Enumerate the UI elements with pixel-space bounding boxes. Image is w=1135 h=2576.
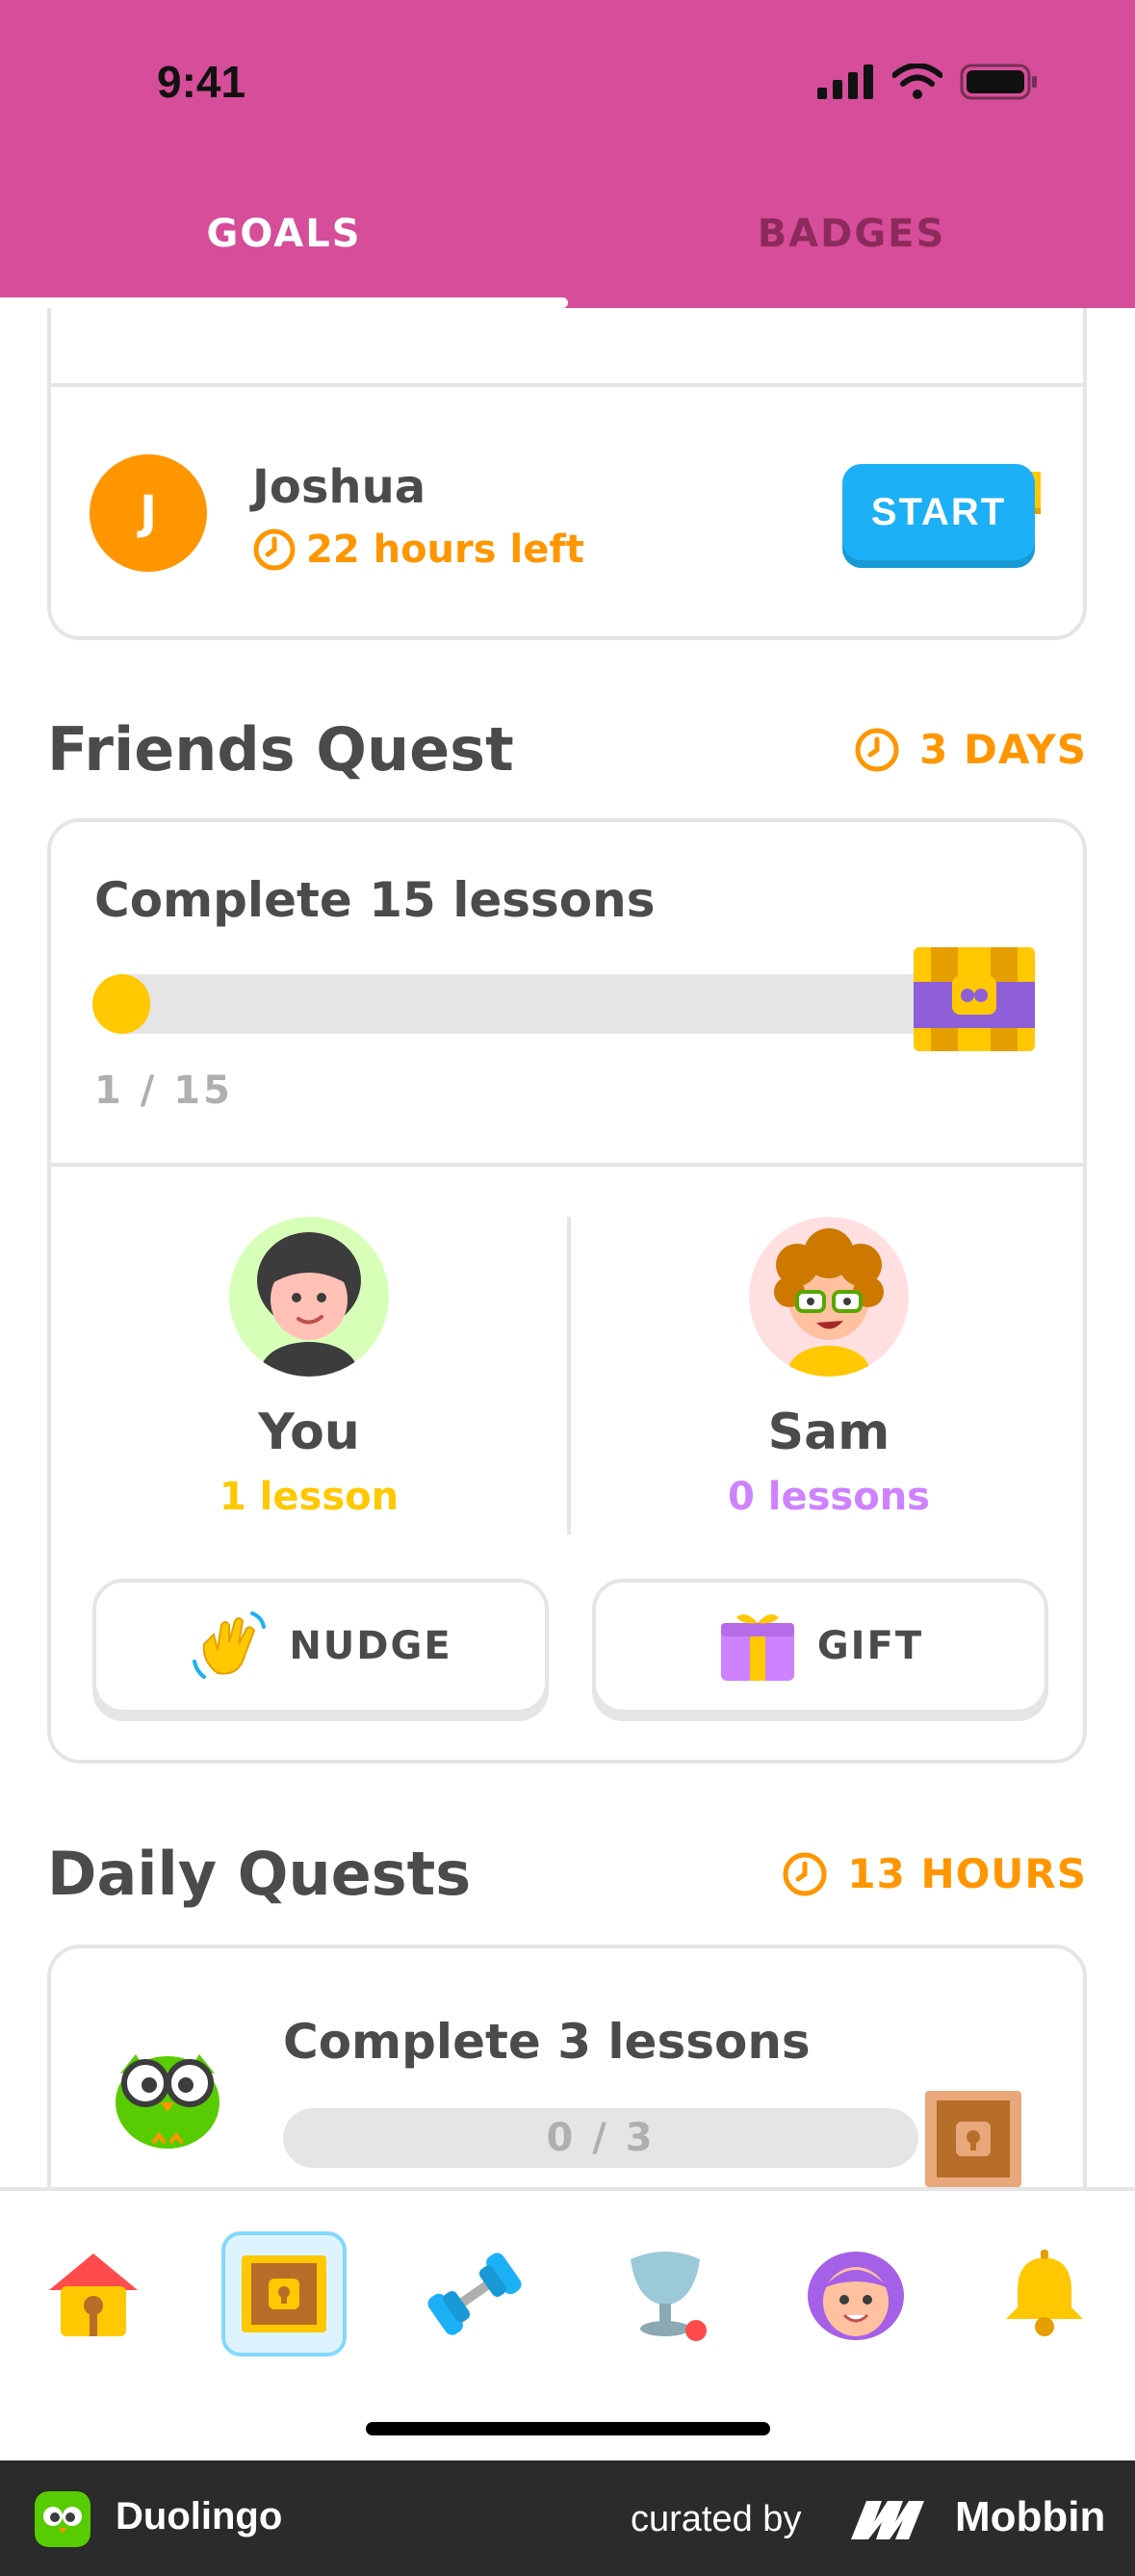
gift-button[interactable]: GIFT [592, 1579, 1048, 1713]
footer-curated-by: curated by [631, 2499, 802, 2539]
nav-notifications[interactable] [982, 2231, 1107, 2357]
time-left-text: 22 hours left [306, 528, 584, 572]
participant-you: You 1 lesson [51, 1217, 567, 1519]
owl-icon [116, 2054, 219, 2149]
start-button[interactable]: START [842, 464, 1035, 560]
quest-task: Complete 15 lessons [94, 872, 656, 928]
active-tab-indicator [0, 297, 568, 308]
footer-brand: Mobbin [955, 2493, 1106, 2540]
timer-icon [783, 1852, 827, 1895]
participant-lessons: 0 lessons [728, 1475, 930, 1519]
tab-badges[interactable]: BADGES [568, 212, 1135, 256]
notifications-bell-icon [1006, 2250, 1083, 2336]
nav-profile[interactable] [793, 2231, 918, 2357]
friend-name: Joshua [252, 460, 426, 514]
quest-progress-count: 1 / 15 [94, 1069, 233, 1113]
friends-quest-timer-text: 3 DAYS [919, 726, 1087, 773]
mobbin-logo-icon [851, 2501, 924, 2539]
wooden-chest-icon [925, 2091, 1021, 2187]
battery-icon [960, 64, 1037, 100]
avatar: J [90, 454, 207, 572]
treasure-chest-icon [914, 947, 1035, 1051]
friends-quest-title: Friends Quest [47, 714, 514, 785]
leagues-trophy-icon [631, 2252, 707, 2341]
quest-progress-count: 0 / 3 [546, 2116, 656, 2160]
bottom-nav [0, 2187, 1135, 2460]
you-avatar [229, 1217, 389, 1377]
practice-dumbbell-icon [427, 2253, 522, 2335]
duolingo-logo-icon [35, 2491, 90, 2547]
avatar-initial: J [140, 486, 157, 540]
daily-quest-card: Complete 3 lessons 0 / 3 [47, 1945, 1087, 2187]
quest-progress-fill [92, 974, 150, 1034]
status-icons [817, 64, 1039, 100]
quests-chest-icon [242, 2255, 326, 2332]
nav-quests[interactable] [221, 2231, 347, 2357]
friends-quest-card: Complete 15 lessons 1 / 15 You 1 lesson … [47, 818, 1087, 1764]
header: 9:41 GOALS BADGES [0, 0, 1135, 308]
gift-box-icon [720, 1614, 794, 1681]
tab-goals[interactable]: GOALS [0, 212, 568, 256]
time-left: 22 hours left [252, 528, 584, 572]
participant-name: You [258, 1404, 360, 1461]
footer-banner: Duolingo curated by Mobbin [0, 2460, 1135, 2576]
nudge-label: NUDGE [289, 1624, 452, 1668]
timer-icon [855, 728, 899, 771]
quest-task: Complete 3 lessons [283, 2014, 811, 2070]
quest-progress-bar [92, 974, 954, 1034]
profile-avatar-icon [808, 2252, 904, 2340]
nav-practice[interactable] [412, 2231, 537, 2357]
wifi-icon [892, 64, 942, 99]
participant-lessons: 1 lesson [219, 1475, 400, 1519]
participant-sam: Sam 0 lessons [571, 1217, 1087, 1519]
status-time: 9:41 [157, 57, 246, 107]
scroll-content: J Joshua 22 hours left START Friends Que… [0, 0, 1135, 2187]
nav-home[interactable] [31, 2231, 156, 2357]
participant-name: Sam [767, 1404, 890, 1461]
home-indicator[interactable] [366, 2422, 770, 2435]
home-icon [49, 2254, 138, 2336]
friends-quest-timer: 3 DAYS [854, 726, 1087, 773]
nudge-button[interactable]: NUDGE [92, 1579, 549, 1713]
cellular-signal-icon [817, 64, 873, 99]
sam-avatar [749, 1217, 909, 1377]
timer-icon [253, 528, 296, 571]
gift-label: GIFT [816, 1624, 924, 1668]
nav-leagues[interactable] [603, 2231, 728, 2357]
waving-hand-icon [193, 1611, 267, 1679]
quest-progress-bar: 0 / 3 [283, 2108, 918, 2168]
daily-quests-timer-text: 13 HOURS [847, 1850, 1087, 1897]
footer-app-name: Duolingo [116, 2495, 283, 2537]
row-divider [51, 383, 1083, 387]
daily-quests-timer: 13 HOURS [782, 1850, 1087, 1897]
daily-quests-title: Daily Quests [47, 1839, 472, 1909]
card-divider [51, 1163, 1083, 1167]
